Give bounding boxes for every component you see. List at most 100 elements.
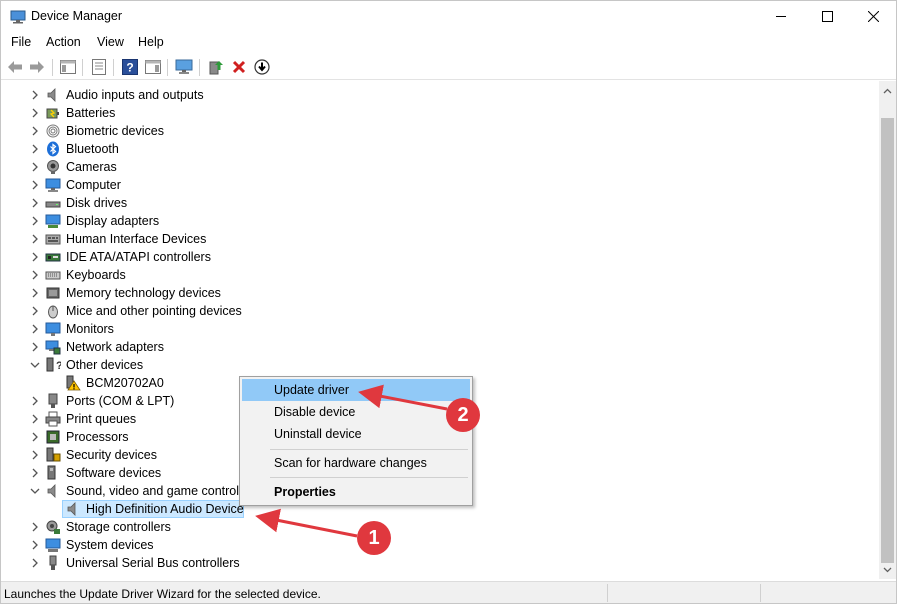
menu-view[interactable]: View	[97, 35, 124, 49]
hid-icon	[45, 234, 61, 245]
disable-device-menu-item[interactable]: Disable device	[242, 401, 470, 423]
camera-icon	[47, 160, 59, 174]
menu-item-label: Update driver	[274, 383, 350, 397]
scrollbar-thumb[interactable]	[881, 118, 894, 563]
menu-item-label: Scan for hardware changes	[274, 456, 427, 470]
status-divider	[760, 584, 761, 602]
scan-hardware-button[interactable]	[174, 57, 194, 77]
back-button[interactable]	[5, 57, 25, 77]
tree-item-ide-controllers[interactable]: IDE ATA/ATAPI controllers	[2, 248, 879, 266]
help-toolbar-button[interactable]: ?	[120, 57, 140, 77]
update-driver-menu-item[interactable]: Update driver	[242, 379, 470, 401]
chevron-right-icon[interactable]	[29, 89, 41, 101]
show-hide-console-tree-button[interactable]	[58, 57, 78, 77]
tree-item-usb-controllers[interactable]: Universal Serial Bus controllers	[2, 554, 879, 572]
maximize-icon	[821, 11, 833, 22]
chevron-right-icon[interactable]	[29, 323, 41, 335]
annotation-badge-2: 2	[446, 398, 480, 432]
tree-item-disk-drives[interactable]: Disk drives	[2, 194, 879, 212]
tree-item-label: Human Interface Devices	[66, 232, 207, 246]
chevron-right-icon[interactable]	[29, 521, 41, 533]
properties-menu-item[interactable]: Properties	[242, 481, 470, 503]
chevron-right-icon[interactable]	[29, 107, 41, 119]
chevron-right-icon[interactable]	[29, 251, 41, 263]
tree-item-batteries[interactable]: Batteries	[2, 104, 879, 122]
tree-item-other-devices[interactable]: ? Other devices	[2, 356, 879, 374]
speaker-icon	[67, 502, 76, 516]
chevron-right-icon[interactable]	[29, 305, 41, 317]
chevron-right-icon[interactable]	[29, 557, 41, 569]
tree-item-bluetooth[interactable]: Bluetooth	[2, 140, 879, 158]
minimize-button[interactable]	[758, 1, 804, 32]
tree-item-computer[interactable]: Computer	[2, 176, 879, 194]
speaker-icon	[47, 484, 56, 498]
tree-item-cameras[interactable]: Cameras	[2, 158, 879, 176]
toolbar-separator	[52, 59, 53, 76]
scan-hardware-menu-item[interactable]: Scan for hardware changes	[242, 452, 470, 474]
enable-device-toolbar-button[interactable]	[252, 57, 272, 77]
scroll-up-icon[interactable]	[883, 87, 892, 96]
tree-item-keyboards[interactable]: Keyboards	[2, 266, 879, 284]
menu-item-label: Uninstall device	[274, 427, 362, 441]
chevron-down-icon[interactable]	[29, 485, 41, 497]
menu-separator	[270, 477, 468, 478]
chevron-right-icon[interactable]	[29, 161, 41, 173]
chevron-right-icon[interactable]	[29, 215, 41, 227]
update-driver-icon	[209, 61, 223, 75]
chevron-right-icon[interactable]	[29, 413, 41, 425]
menu-file[interactable]: File	[11, 35, 31, 49]
tree-item-label: Mice and other pointing devices	[66, 304, 242, 318]
chevron-right-icon[interactable]	[29, 269, 41, 281]
update-driver-toolbar-button[interactable]	[206, 57, 226, 77]
tree-item-audio-inputs[interactable]: Audio inputs and outputs	[2, 86, 879, 104]
action-pane-button[interactable]	[143, 57, 163, 77]
storage-controller-icon	[46, 520, 60, 534]
close-button[interactable]	[850, 1, 896, 32]
tree-item-label: Sound, video and game controlle	[66, 484, 249, 498]
uninstall-device-menu-item[interactable]: Uninstall device	[242, 423, 470, 445]
chevron-right-icon[interactable]	[29, 233, 41, 245]
tree-item-storage-controllers[interactable]: Storage controllers	[2, 518, 879, 536]
chevron-right-icon[interactable]	[29, 395, 41, 407]
chevron-right-icon[interactable]	[29, 287, 41, 299]
red-x-icon	[232, 60, 246, 74]
display-adapter-icon	[45, 214, 61, 228]
chevron-right-icon[interactable]	[29, 431, 41, 443]
tree-item-label: Keyboards	[66, 268, 126, 282]
toolbar-separator	[199, 59, 200, 76]
forward-button[interactable]	[27, 57, 47, 77]
chevron-right-icon[interactable]	[29, 467, 41, 479]
tree-item-label: Print queues	[66, 412, 137, 426]
context-menu: Update driver Disable device Uninstall d…	[239, 376, 473, 506]
chevron-right-icon[interactable]	[29, 197, 41, 209]
chevron-right-icon[interactable]	[29, 179, 41, 191]
scroll-down-icon[interactable]	[883, 565, 892, 574]
bluetooth-icon	[47, 141, 59, 157]
chevron-right-icon[interactable]	[29, 125, 41, 137]
chevron-right-icon[interactable]	[29, 449, 41, 461]
fingerprint-icon	[46, 124, 60, 138]
action-pane-icon	[145, 60, 161, 74]
tree-item-network-adapters[interactable]: Network adapters	[2, 338, 879, 356]
tree-item-display-adapters[interactable]: Display adapters	[2, 212, 879, 230]
vertical-scrollbar[interactable]	[879, 81, 896, 579]
menu-action[interactable]: Action	[46, 35, 81, 49]
menu-help[interactable]: Help	[138, 35, 164, 49]
help-icon: ?	[122, 59, 138, 75]
chevron-down-icon[interactable]	[29, 359, 41, 371]
tree-item-monitors[interactable]: Monitors	[2, 320, 879, 338]
window-title: Device Manager	[31, 9, 123, 23]
tree-item-system-devices[interactable]: System devices	[2, 536, 879, 554]
tree-item-biometric-devices[interactable]: Biometric devices	[2, 122, 879, 140]
maximize-button[interactable]	[804, 1, 850, 32]
uninstall-device-toolbar-button[interactable]	[229, 57, 249, 77]
status-divider	[607, 584, 608, 602]
tree-item-mice[interactable]: Mice and other pointing devices	[2, 302, 879, 320]
properties-toolbar-button[interactable]	[89, 57, 109, 77]
tree-item-memory-technology-devices[interactable]: Memory technology devices	[2, 284, 879, 302]
tree-item-human-interface-devices[interactable]: Human Interface Devices	[2, 230, 879, 248]
chevron-right-icon[interactable]	[29, 341, 41, 353]
chevron-right-icon[interactable]	[29, 539, 41, 551]
other-devices-icon: ?	[46, 357, 61, 372]
chevron-right-icon[interactable]	[29, 143, 41, 155]
